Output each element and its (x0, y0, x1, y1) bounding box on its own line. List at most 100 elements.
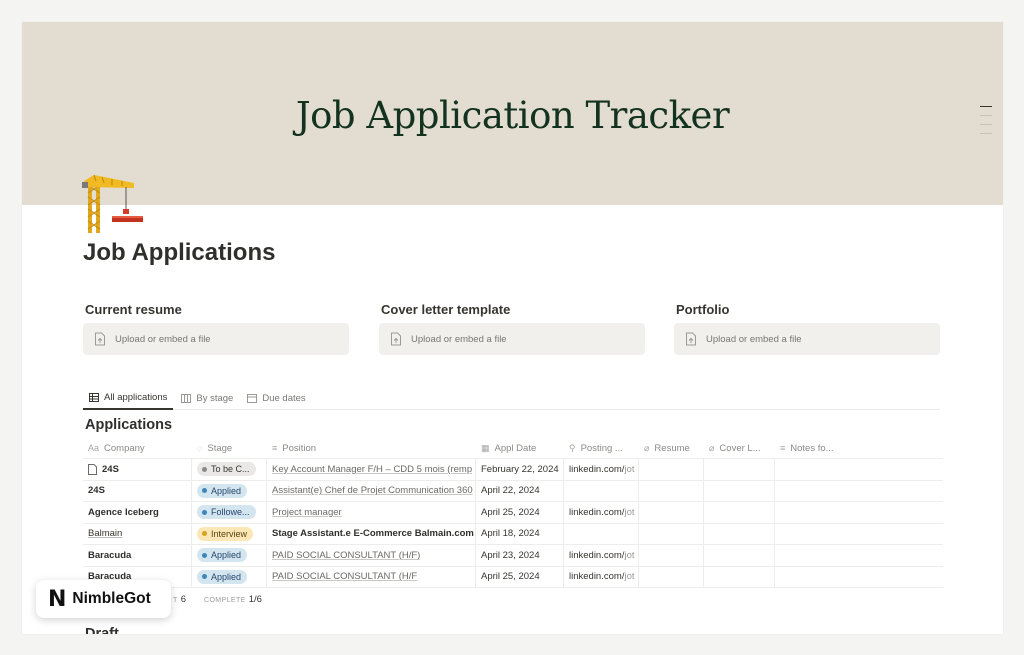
draft-section-title: Draft (85, 626, 119, 634)
cover-title: Job Application Tracker (295, 94, 730, 137)
notes-cell[interactable] (775, 545, 845, 566)
cover-letter-cell[interactable] (704, 459, 775, 480)
file-upload-icon (95, 332, 105, 346)
column-header-position[interactable]: ≡ Position (267, 438, 476, 458)
posting-link[interactable]: linkedin.com/jot (569, 464, 635, 475)
column-header-company[interactable]: Aa Company (83, 438, 192, 458)
column-header-resume[interactable]: ⌀ Resume (639, 438, 704, 458)
upload-placeholder: Upload or embed a file (706, 333, 802, 345)
column-header-stage[interactable]: ◌ Stage (192, 438, 267, 458)
resume-cell[interactable] (639, 502, 704, 523)
view-tabs: All applications By stage Due dates (83, 386, 940, 410)
table-of-contents-icon[interactable] (980, 106, 992, 142)
column-header-posting[interactable]: ⚲ Posting ... (564, 438, 639, 458)
notes-cell[interactable] (775, 567, 845, 588)
table-row[interactable]: Baracuda Applied PAID SOCIAL CONSULTANT … (83, 566, 943, 588)
cover-letter-cell[interactable] (704, 523, 775, 544)
position-text[interactable]: Key Account Manager F/H – CDD 5 mois (re… (272, 464, 472, 475)
portfolio-block: Portfolio Upload or embed a file (674, 302, 940, 355)
company-name[interactable]: Balmain (88, 528, 122, 539)
company-name[interactable]: 24S (102, 464, 119, 475)
position-text[interactable]: PAID SOCIAL CONSULTANT (H/F) (272, 550, 420, 561)
cover-letter-label: Cover letter template (381, 302, 511, 317)
cover-letter-cell[interactable] (704, 545, 775, 566)
resume-cell[interactable] (639, 459, 704, 480)
text-lines-icon: ≡ (780, 443, 786, 453)
table-row[interactable]: Balmain Interview Stage Assistant.e E-Co… (83, 523, 943, 545)
cover-letter-upload[interactable]: Upload or embed a file (379, 323, 645, 355)
appl-date: April 22, 2024 (481, 485, 540, 497)
resume-cell[interactable] (639, 523, 704, 544)
database-title: Applications (85, 417, 173, 433)
paperclip-icon: ⌀ (709, 442, 715, 453)
portfolio-label: Portfolio (676, 302, 730, 317)
current-resume-upload[interactable]: Upload or embed a file (83, 323, 349, 355)
board-icon (181, 393, 192, 403)
stage-badge[interactable]: Applied (197, 548, 248, 563)
column-header-notes[interactable]: ≡ Notes fo... (775, 438, 845, 458)
nimblegot-logo-icon: N (48, 586, 67, 612)
stage-dot (202, 509, 207, 515)
calendar-icon (247, 393, 258, 403)
resume-cell[interactable] (639, 566, 704, 587)
upload-placeholder: Upload or embed a file (115, 333, 211, 345)
table-row[interactable]: 24S To be C... Key Account Manager F/H –… (83, 459, 943, 481)
stage-dot (202, 488, 207, 494)
company-name[interactable]: 24S (88, 485, 105, 496)
company-name[interactable]: Agence Iceberg (88, 507, 159, 518)
resume-cell[interactable] (639, 480, 704, 501)
brand-name: NimbleGot (72, 590, 151, 607)
cover-letter-cell[interactable] (704, 566, 775, 587)
notes-cell[interactable] (775, 524, 845, 545)
stage-dot (202, 466, 207, 472)
calendar-icon: ▦ (481, 442, 490, 453)
notes-cell[interactable] (775, 481, 845, 502)
company-name[interactable]: Baracuda (88, 550, 131, 561)
file-upload-icon (686, 332, 696, 346)
stage-badge[interactable]: Interview (197, 526, 254, 541)
appl-date: April 25, 2024 (481, 571, 540, 583)
text-lines-icon: ≡ (272, 443, 278, 453)
notes-cell[interactable] (775, 502, 845, 523)
notes-cell[interactable] (775, 459, 845, 480)
stage-badge[interactable]: To be C... (197, 462, 256, 477)
cover-letter-cell[interactable] (704, 480, 775, 501)
upload-placeholder: Upload or embed a file (411, 333, 507, 345)
paperclip-icon: ⌀ (644, 442, 650, 453)
appl-date: April 18, 2024 (481, 528, 540, 540)
cover-letter-block: Cover letter template Upload or embed a … (379, 302, 645, 355)
stage-dot (202, 531, 207, 537)
appl-date: April 25, 2024 (481, 506, 540, 518)
column-header-cover-letter[interactable]: ⌀ Cover L... (704, 438, 775, 458)
stage-badge[interactable]: Followe... (197, 505, 256, 520)
table-header-row: Aa Company ◌ Stage ≡ Position ▦ Appl Date ⚲ P… (83, 438, 943, 459)
position-text[interactable]: Stage Assistant.e E-Commerce Balmain.com (272, 528, 474, 539)
position-text[interactable]: PAID SOCIAL CONSULTANT (H/F (272, 571, 417, 582)
posting-link[interactable]: linkedin.com/jot (569, 571, 635, 582)
nimblegot-watermark: N NimbleGot (36, 580, 171, 618)
portfolio-upload[interactable]: Upload or embed a file (674, 323, 940, 355)
tab-by-stage[interactable]: By stage (175, 386, 239, 410)
stage-dot (202, 552, 207, 558)
table-row[interactable]: Baracuda Applied PAID SOCIAL CONSULTANT … (83, 545, 943, 567)
position-text[interactable]: Assistant(e) Chef de Projet Communicatio… (272, 485, 473, 496)
posting-link[interactable]: linkedin.com/jot (569, 550, 635, 561)
column-header-appl-date[interactable]: ▦ Appl Date (476, 438, 564, 458)
stage-dot (202, 574, 207, 580)
tab-due-dates[interactable]: Due dates (241, 386, 311, 410)
posting-link[interactable]: linkedin.com/jot (569, 507, 635, 518)
cover-letter-cell[interactable] (704, 502, 775, 523)
status-property-icon: ◌ (197, 443, 203, 453)
complete-summary[interactable]: COMPLETE 1/6 (204, 594, 262, 605)
stage-badge[interactable]: Applied (197, 569, 248, 584)
tab-all-applications[interactable]: All applications (83, 386, 174, 410)
page-icon (88, 463, 97, 475)
table-row[interactable]: Agence Iceberg Followe... Project manage… (83, 502, 943, 524)
position-text[interactable]: Project manager (272, 507, 342, 518)
resume-cell[interactable] (639, 545, 704, 566)
current-resume-label: Current resume (85, 302, 182, 317)
page-frame: Job Application Tracker Job Applications… (22, 22, 1003, 634)
count-summary[interactable]: T6 (173, 594, 186, 605)
table-row[interactable]: 24S Applied Assistant(e) Chef de Projet … (83, 480, 943, 502)
stage-badge[interactable]: Applied (197, 483, 248, 498)
